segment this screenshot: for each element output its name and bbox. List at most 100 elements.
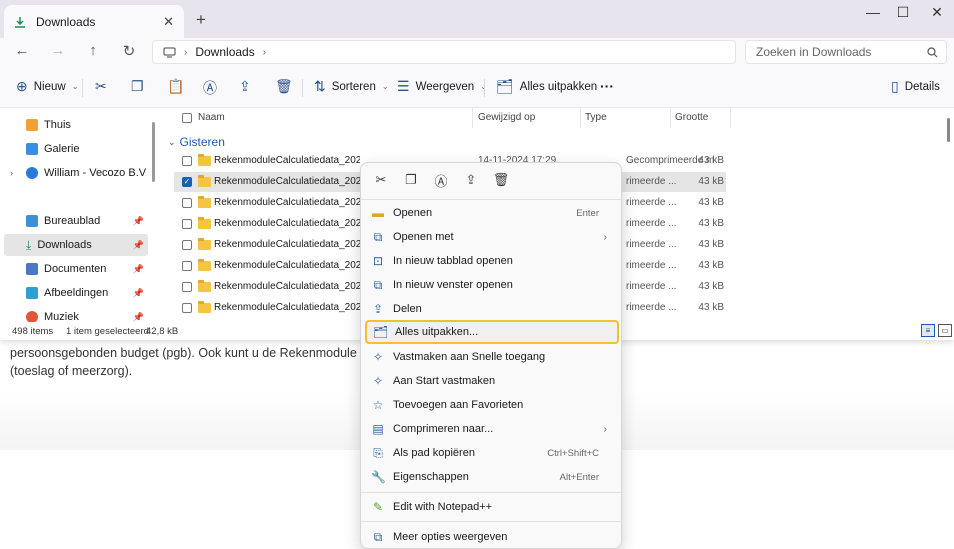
- row-checkbox[interactable]: [182, 261, 192, 271]
- sidebar-item-home[interactable]: Thuis: [4, 114, 148, 136]
- file-type: rimeerde ...: [626, 218, 677, 229]
- sidebar-item-pictures[interactable]: Afbeeldingen 📌: [4, 282, 148, 304]
- column-modified[interactable]: Gewijzigd op: [478, 112, 535, 123]
- chevron-right-icon[interactable]: ›: [10, 168, 13, 178]
- menu-item-properties[interactable]: 🔧 Eigenschappen Alt+Enter: [365, 465, 619, 489]
- menu-divider: [361, 199, 623, 200]
- sidebar-item-downloads[interactable]: ⤓ Downloads 📌: [4, 234, 148, 256]
- sidebar-item-gallery[interactable]: Galerie: [4, 138, 148, 160]
- file-size: 43 kB: [698, 155, 724, 166]
- menu-item-pin-start[interactable]: ✧ Aan Start vastmaken: [365, 369, 619, 393]
- row-checkbox[interactable]: [182, 198, 192, 208]
- row-checkbox[interactable]: [182, 240, 192, 250]
- file-size: 43 kB: [698, 176, 724, 187]
- menu-item-open-new-window[interactable]: ⧉ In nieuw venster openen: [365, 273, 619, 297]
- forward-arrow-icon[interactable]: →: [46, 42, 70, 59]
- menu-item-add-favorites[interactable]: ☆ Toevoegen aan Favorieten: [365, 393, 619, 417]
- selection-size: 42,8 kB: [146, 326, 179, 337]
- breadcrumb-location[interactable]: Downloads: [195, 45, 254, 59]
- details-button[interactable]: ▯ Details: [891, 78, 940, 95]
- wrench-icon: 🔧: [371, 470, 386, 484]
- cut-button[interactable]: ✂: [95, 78, 107, 95]
- column-size[interactable]: Grootte: [675, 112, 708, 123]
- scissors-icon[interactable]: ✂: [371, 172, 391, 188]
- column-name[interactable]: Naam: [198, 112, 225, 123]
- copy-icon[interactable]: ❐: [401, 172, 421, 188]
- pin-icon[interactable]: 📌: [133, 312, 144, 323]
- menu-item-shortcut: Enter: [576, 207, 599, 219]
- sidebar-item-desktop[interactable]: Bureaublad 📌: [4, 210, 148, 232]
- refresh-icon[interactable]: ↻: [117, 42, 141, 60]
- row-checkbox[interactable]: [182, 219, 192, 229]
- address-bar: ← → ↑ ↻ › Downloads › Zoeken in Download…: [0, 38, 954, 68]
- menu-item-copy-path[interactable]: ⎘ Als pad kopiëren Ctrl+Shift+C: [365, 441, 619, 465]
- sidebar-scrollbar[interactable]: [152, 122, 155, 182]
- column-divider[interactable]: [670, 108, 671, 128]
- view-lines-icon: ☰: [397, 78, 410, 94]
- rename-icon[interactable]: Ⓐ: [431, 171, 451, 190]
- more-label: ···: [600, 78, 614, 94]
- home-icon: [26, 119, 38, 131]
- minimize-button[interactable]: —: [858, 4, 888, 20]
- row-checkbox[interactable]: [182, 303, 192, 313]
- menu-item-open-with[interactable]: ⧉ Openen met ›: [365, 225, 619, 249]
- maximize-button[interactable]: ☐: [888, 4, 918, 21]
- search-field[interactable]: Zoeken in Downloads: [745, 40, 947, 64]
- file-list-scrollbar[interactable]: [947, 118, 950, 142]
- select-all-checkbox[interactable]: [182, 113, 192, 123]
- share-icon[interactable]: ⇪: [461, 172, 481, 188]
- menu-item-label: Meer opties weergeven: [393, 531, 508, 543]
- breadcrumb[interactable]: › Downloads ›: [152, 40, 736, 64]
- group-header[interactable]: ⌄ Gisteren: [168, 135, 225, 149]
- column-divider[interactable]: [580, 108, 581, 128]
- view-button[interactable]: ☰ Weergeven ⌄: [397, 78, 487, 95]
- pin-icon[interactable]: 📌: [133, 264, 144, 275]
- search-input[interactable]: Zoeken in Downloads: [756, 45, 927, 59]
- menu-item-notepad-plus-plus[interactable]: ✎ Edit with Notepad++: [365, 495, 619, 519]
- extract-all-button[interactable]: 🗂 Alles uitpakken: [496, 78, 597, 95]
- row-checkbox[interactable]: [182, 282, 192, 292]
- share-button[interactable]: ⇪: [239, 78, 251, 95]
- apps-icon: ⧉: [373, 230, 383, 244]
- row-checkbox[interactable]: ✓: [182, 177, 192, 187]
- rename-button[interactable]: Ⓐ: [203, 78, 217, 98]
- column-divider[interactable]: [730, 108, 731, 128]
- new-button[interactable]: ⊕ Nieuw ⌄: [16, 78, 78, 95]
- menu-item-open-new-tab[interactable]: ⊡ In nieuw tabblad openen: [365, 249, 619, 273]
- delete-button[interactable]: 🗑: [275, 78, 293, 95]
- file-name: RekenmoduleCalculatiedata_20241114_17253…: [214, 155, 360, 166]
- up-arrow-icon[interactable]: ↑: [81, 42, 105, 59]
- more-options-button[interactable]: ···: [600, 78, 614, 94]
- copy-button[interactable]: ❐: [131, 78, 144, 95]
- column-divider[interactable]: [472, 108, 473, 128]
- tiles-view-icon[interactable]: ▭: [938, 324, 952, 337]
- menu-item-compress[interactable]: ▤ Comprimeren naar... ›: [365, 417, 619, 441]
- menu-item-label: Openen met: [393, 231, 454, 243]
- file-type: rimeerde ...: [626, 197, 677, 208]
- close-window-button[interactable]: ✕: [922, 4, 952, 21]
- paste-button[interactable]: 📋: [167, 78, 184, 95]
- details-view-icon[interactable]: ≡: [921, 324, 935, 337]
- close-tab-icon[interactable]: ✕: [163, 14, 174, 30]
- sidebar-item-documents[interactable]: Documenten 📌: [4, 258, 148, 280]
- menu-item-more-options[interactable]: ⧉ Meer opties weergeven: [365, 525, 619, 549]
- sort-button[interactable]: ⇅ Sorteren ⌄: [314, 78, 389, 95]
- pin-icon[interactable]: 📌: [133, 240, 144, 251]
- pin-icon[interactable]: 📌: [133, 216, 144, 227]
- sidebar-item-onedrive[interactable]: › William - Vecozo B.V: [4, 162, 148, 184]
- pin-icon[interactable]: 📌: [133, 288, 144, 299]
- menu-item-label: Alles uitpakken...: [395, 326, 479, 338]
- menu-item-pin-quick-access[interactable]: ✧ Vastmaken aan Snelle toegang: [365, 345, 619, 369]
- more-options-icon: ⧉: [373, 530, 383, 544]
- menu-item-extract-all[interactable]: 🗂 Alles uitpakken...: [365, 320, 619, 344]
- chevron-down-icon: ⌄: [168, 136, 176, 147]
- tab-downloads[interactable]: Downloads ✕: [4, 5, 184, 38]
- new-tab-button[interactable]: +: [196, 10, 206, 30]
- menu-item-share[interactable]: ⇪ Delen: [365, 297, 619, 321]
- row-checkbox[interactable]: [182, 156, 192, 166]
- extract-icon: 🗂: [373, 325, 389, 339]
- column-type[interactable]: Type: [585, 112, 607, 123]
- menu-item-open[interactable]: ▬ Openen Enter: [365, 201, 619, 225]
- trash-icon[interactable]: 🗑: [491, 172, 511, 188]
- back-arrow-icon[interactable]: ←: [10, 42, 34, 59]
